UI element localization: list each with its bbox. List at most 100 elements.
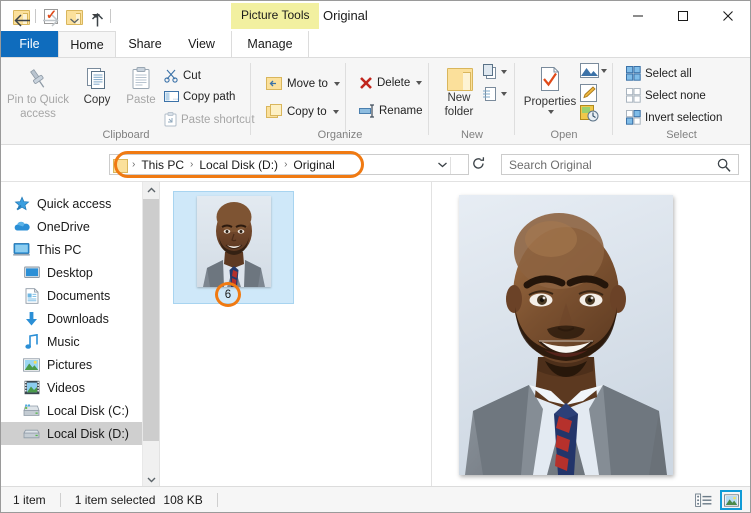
pin-to-quick-access-button[interactable]: Pin to Quick access xyxy=(7,66,69,120)
address-bar[interactable]: › This PC › Local Disk (D:) › Original xyxy=(109,154,469,175)
status-selection: 1 item selected xyxy=(74,492,156,507)
search-box[interactable]: Search Original xyxy=(501,154,739,175)
select-none-button[interactable]: Select none xyxy=(626,88,706,103)
tab-home[interactable]: Home xyxy=(58,31,116,57)
paste-button[interactable]: Paste xyxy=(119,66,163,106)
sidebar-item-music[interactable]: Music xyxy=(1,330,142,353)
paste-shortcut-label: Paste shortcut xyxy=(181,113,255,126)
address-chevron-down-icon[interactable] xyxy=(437,158,448,172)
new-folder-label-line1: New xyxy=(447,92,471,104)
tab-share[interactable]: Share xyxy=(116,31,174,57)
recent-locations-chevron-down-icon[interactable] xyxy=(63,9,85,31)
copy-path-button[interactable]: ... Copy path xyxy=(164,90,235,103)
new-folder-label-line2: folder xyxy=(444,106,474,118)
sidebar-item-pictures[interactable]: Pictures xyxy=(1,353,142,376)
sidebar-item-this-pc[interactable]: This PC xyxy=(1,238,142,261)
edit-pencil-icon xyxy=(580,84,599,102)
qat-divider xyxy=(35,9,36,23)
refresh-icon[interactable] xyxy=(471,156,486,174)
pin-label-line1: Pin to Quick xyxy=(7,94,69,106)
open-with-chevron-down-icon[interactable] xyxy=(601,68,607,73)
details-view-icon[interactable] xyxy=(692,490,714,510)
new-folder-button[interactable]: New folder xyxy=(437,66,481,118)
ribbon-group-open: Properties Open xyxy=(515,58,613,145)
properties-chevron-down-icon[interactable] xyxy=(548,110,554,114)
sidebar-label-music: Music xyxy=(47,334,80,349)
rename-label: Rename xyxy=(379,105,423,117)
window-controls xyxy=(615,1,750,31)
select-all-button[interactable]: Select all xyxy=(626,66,692,81)
status-bar: 1 item 1 item selected 108 KB xyxy=(1,486,750,512)
address-folder-icon xyxy=(113,158,128,173)
group-label-clipboard: Clipboard xyxy=(102,129,150,141)
scrollbar-up-arrow-icon[interactable] xyxy=(143,182,160,199)
rename-button[interactable]: Rename xyxy=(359,104,422,118)
copy-to-chevron-down-icon[interactable] xyxy=(332,109,339,114)
maximize-icon[interactable] xyxy=(660,1,705,31)
paste-shortcut-button[interactable]: Paste shortcut xyxy=(164,112,255,127)
invert-selection-label: Invert selection xyxy=(645,111,723,124)
sidebar-item-videos[interactable]: Videos xyxy=(1,376,142,399)
tab-manage[interactable]: Manage xyxy=(231,31,309,57)
tab-view[interactable]: View xyxy=(174,31,229,57)
minimize-icon[interactable] xyxy=(615,1,660,31)
tab-file[interactable]: File xyxy=(1,31,58,57)
move-to-chevron-down-icon[interactable] xyxy=(333,81,340,86)
videos-icon xyxy=(23,380,40,396)
sidebar-item-documents[interactable]: Documents xyxy=(1,284,142,307)
status-size: 108 KB xyxy=(163,492,203,507)
copy-to-button[interactable]: Copy to xyxy=(266,104,339,119)
easy-access-chevron-down-icon[interactable] xyxy=(501,92,507,96)
open-with-button[interactable] xyxy=(580,63,607,78)
breadcrumb-separator-1[interactable]: › xyxy=(187,159,196,170)
copy-to-icon xyxy=(266,104,283,119)
breadcrumb-item-this-pc[interactable]: This PC xyxy=(138,158,187,172)
copy-button[interactable]: Copy xyxy=(77,66,117,106)
sidebar-item-downloads[interactable]: Downloads xyxy=(1,307,142,330)
portrait-photo-preview xyxy=(459,195,673,475)
search-input[interactable]: Search Original xyxy=(502,158,592,172)
properties-button[interactable]: Properties xyxy=(519,66,581,114)
annotation-badge-6: 6 xyxy=(215,282,241,307)
back-arrow-icon[interactable] xyxy=(11,9,33,31)
up-arrow-icon[interactable] xyxy=(86,9,108,31)
delete-chevron-down-icon[interactable] xyxy=(416,81,423,85)
navigation-scrollbar[interactable] xyxy=(142,182,160,488)
group-label-organize: Organize xyxy=(317,129,363,141)
sidebar-item-onedrive[interactable]: OneDrive xyxy=(1,215,142,238)
breadcrumb-item-local-disk-d[interactable]: Local Disk (D:) xyxy=(196,158,281,172)
scrollbar-thumb[interactable] xyxy=(143,199,160,441)
sidebar-item-local-disk-c[interactable]: Local Disk (C:) xyxy=(1,399,142,422)
move-to-button[interactable]: Move to xyxy=(266,76,340,91)
breadcrumb-separator-2[interactable]: › xyxy=(281,159,290,170)
breadcrumb-item-original[interactable]: Original xyxy=(290,158,337,172)
search-icon[interactable] xyxy=(717,158,731,175)
delete-button[interactable]: Delete xyxy=(359,76,423,90)
new-item-button[interactable] xyxy=(482,64,507,80)
sidebar-label-downloads: Downloads xyxy=(47,311,109,326)
forward-arrow-icon[interactable] xyxy=(39,9,61,31)
easy-access-button[interactable] xyxy=(482,86,507,102)
move-to-label: Move to xyxy=(287,77,328,90)
hard-drive-icon xyxy=(23,426,40,442)
move-to-icon xyxy=(266,76,283,91)
history-button[interactable] xyxy=(580,104,599,125)
edit-button[interactable] xyxy=(580,84,599,105)
sidebar-label-quick-access: Quick access xyxy=(37,196,112,211)
large-icons-view-icon[interactable] xyxy=(720,490,742,510)
select-all-label: Select all xyxy=(645,67,692,80)
invert-selection-button[interactable]: Invert selection xyxy=(626,110,722,125)
sidebar-item-local-disk-d[interactable]: Local Disk (D:) xyxy=(1,422,142,445)
sidebar-item-quick-access[interactable]: Quick access xyxy=(1,192,142,215)
file-explorer-window: Picture Tools Original ? File Home Share… xyxy=(0,0,751,513)
new-item-chevron-down-icon[interactable] xyxy=(501,70,507,74)
new-folder-icon xyxy=(445,66,473,91)
properties-icon xyxy=(537,66,563,94)
sidebar-item-desktop[interactable]: Desktop xyxy=(1,261,142,284)
history-icon xyxy=(580,104,599,122)
close-icon[interactable] xyxy=(705,1,750,31)
contextual-tab-picture-tools[interactable]: Picture Tools xyxy=(231,3,320,29)
cloud-icon xyxy=(13,219,30,235)
ribbon-group-select: Select all Select none Invert selection … xyxy=(613,58,750,145)
cut-button[interactable]: Cut xyxy=(164,68,201,83)
